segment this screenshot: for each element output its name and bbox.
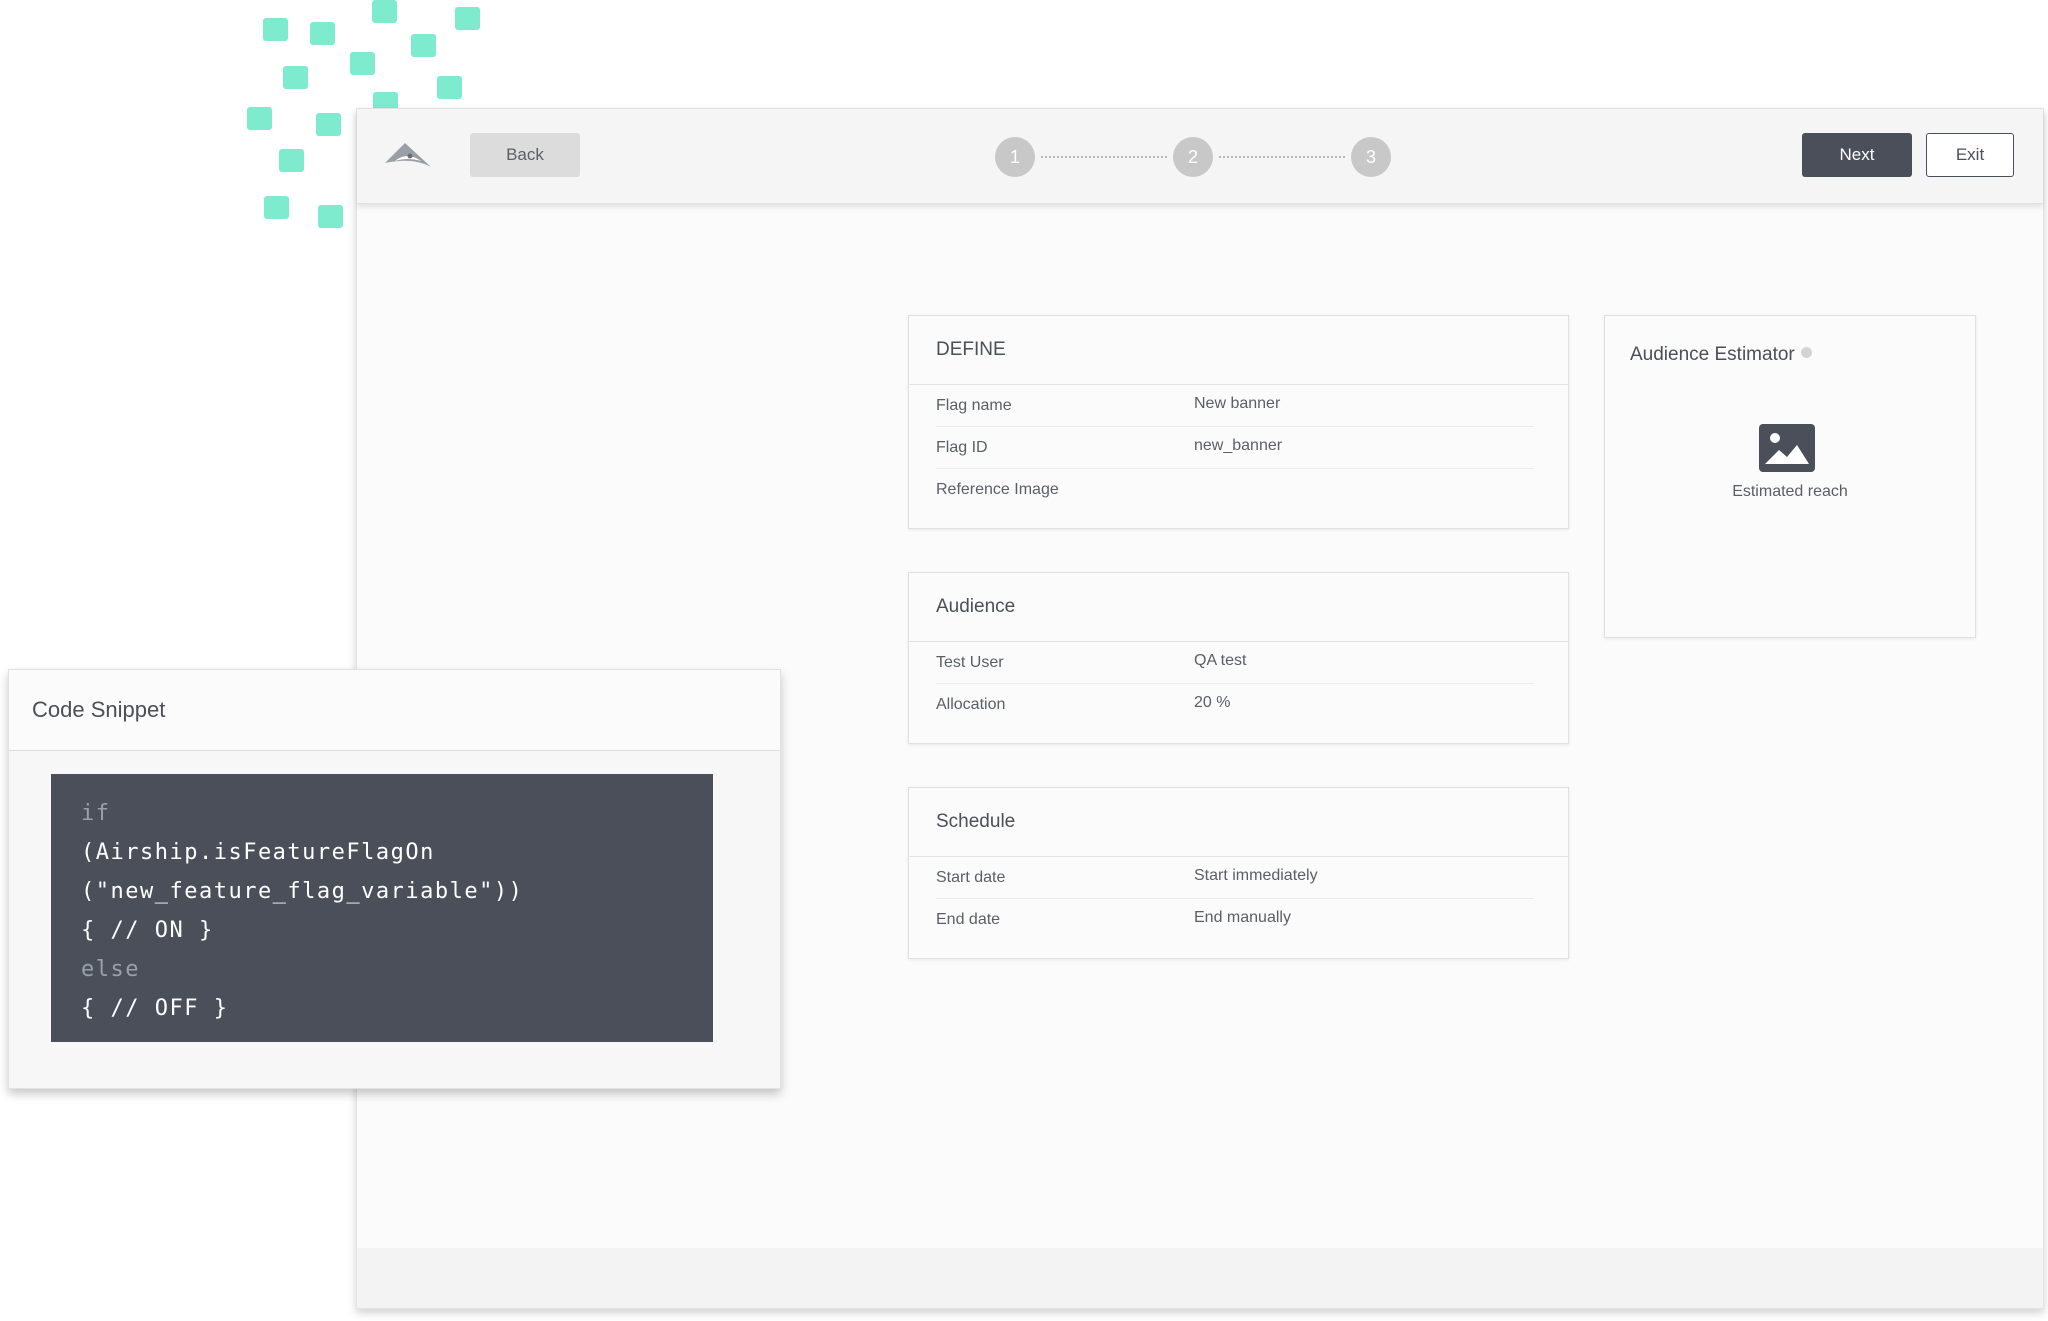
step-3[interactable]: 3 xyxy=(1351,137,1391,177)
flag-id-value: new_banner xyxy=(1194,437,1283,454)
define-row-reference-image: Reference Image xyxy=(936,469,1534,510)
start-date-label: Start date xyxy=(936,869,1006,886)
code-block[interactable]: if (Airship.isFeatureFlagOn ("new_featur… xyxy=(51,774,713,1042)
footer-bar xyxy=(357,1248,2043,1308)
code-line: (Airship.isFeatureFlagOn xyxy=(81,840,435,865)
end-date-label: End date xyxy=(936,911,1001,928)
define-title: DEFINE xyxy=(909,316,1568,385)
code-line: ("new_feature_flag_variable")) xyxy=(81,879,524,904)
start-date-value: Start immediately xyxy=(1194,867,1318,884)
audience-title: Audience xyxy=(909,573,1568,642)
wizard-toolbar: Back 1 2 3 Next Exit xyxy=(357,109,2043,204)
exit-button[interactable]: Exit xyxy=(1926,133,2014,177)
code-line: { // ON } xyxy=(81,918,214,943)
code-line: else xyxy=(81,957,140,982)
code-line: { // OFF } xyxy=(81,996,229,1021)
flag-name-label: Flag name xyxy=(936,397,1012,414)
flag-name-value: New banner xyxy=(1194,395,1281,412)
test-user-value: QA test xyxy=(1194,652,1247,669)
back-button[interactable]: Back xyxy=(470,133,580,177)
logo-icon xyxy=(385,143,431,167)
info-icon[interactable] xyxy=(1800,347,1812,358)
audience-row-allocation: Allocation 20 % xyxy=(936,684,1534,725)
audience-card: Audience Test User QA test Allocation 20… xyxy=(908,572,1569,744)
schedule-row-end-date: End date End manually xyxy=(936,899,1534,940)
step-1[interactable]: 1 xyxy=(995,137,1035,177)
step-connector xyxy=(1041,156,1167,158)
define-row-flag-name: Flag name New banner xyxy=(936,385,1534,427)
schedule-row-start-date: Start date Start immediately xyxy=(936,857,1534,899)
code-line: if xyxy=(81,801,111,826)
estimated-reach-label: Estimated reach xyxy=(1732,483,1848,500)
define-rows: Flag name New banner Flag ID new_banner … xyxy=(909,385,1568,510)
schedule-card: Schedule Start date Start immediately En… xyxy=(908,787,1569,959)
allocation-value: 20 % xyxy=(1194,694,1231,711)
audience-estimator-title: Audience Estimator xyxy=(1630,344,1795,365)
step-indicator: 1 2 3 xyxy=(995,136,1391,178)
reference-image-label: Reference Image xyxy=(936,481,1059,498)
test-user-label: Test User xyxy=(936,654,1004,671)
code-snippet-title: Code Snippet xyxy=(9,670,780,751)
define-card: DEFINE Flag name New banner Flag ID new_… xyxy=(908,315,1569,529)
audience-estimator-heading: Audience Estimator xyxy=(1630,344,1812,366)
flag-id-label: Flag ID xyxy=(936,439,988,456)
code-snippet-panel: Code Snippet if (Airship.isFeatureFlagOn… xyxy=(8,669,781,1089)
audience-row-test-user: Test User QA test xyxy=(936,642,1534,684)
step-connector xyxy=(1219,156,1345,158)
step-2[interactable]: 2 xyxy=(1173,137,1213,177)
schedule-title: Schedule xyxy=(909,788,1568,857)
next-button[interactable]: Next xyxy=(1802,133,1912,177)
end-date-value: End manually xyxy=(1194,909,1291,926)
audience-estimator-card: Audience Estimator Estimated reach xyxy=(1604,315,1976,638)
define-row-flag-id: Flag ID new_banner xyxy=(936,427,1534,469)
allocation-label: Allocation xyxy=(936,696,1006,713)
image-placeholder-icon xyxy=(1759,424,1815,472)
